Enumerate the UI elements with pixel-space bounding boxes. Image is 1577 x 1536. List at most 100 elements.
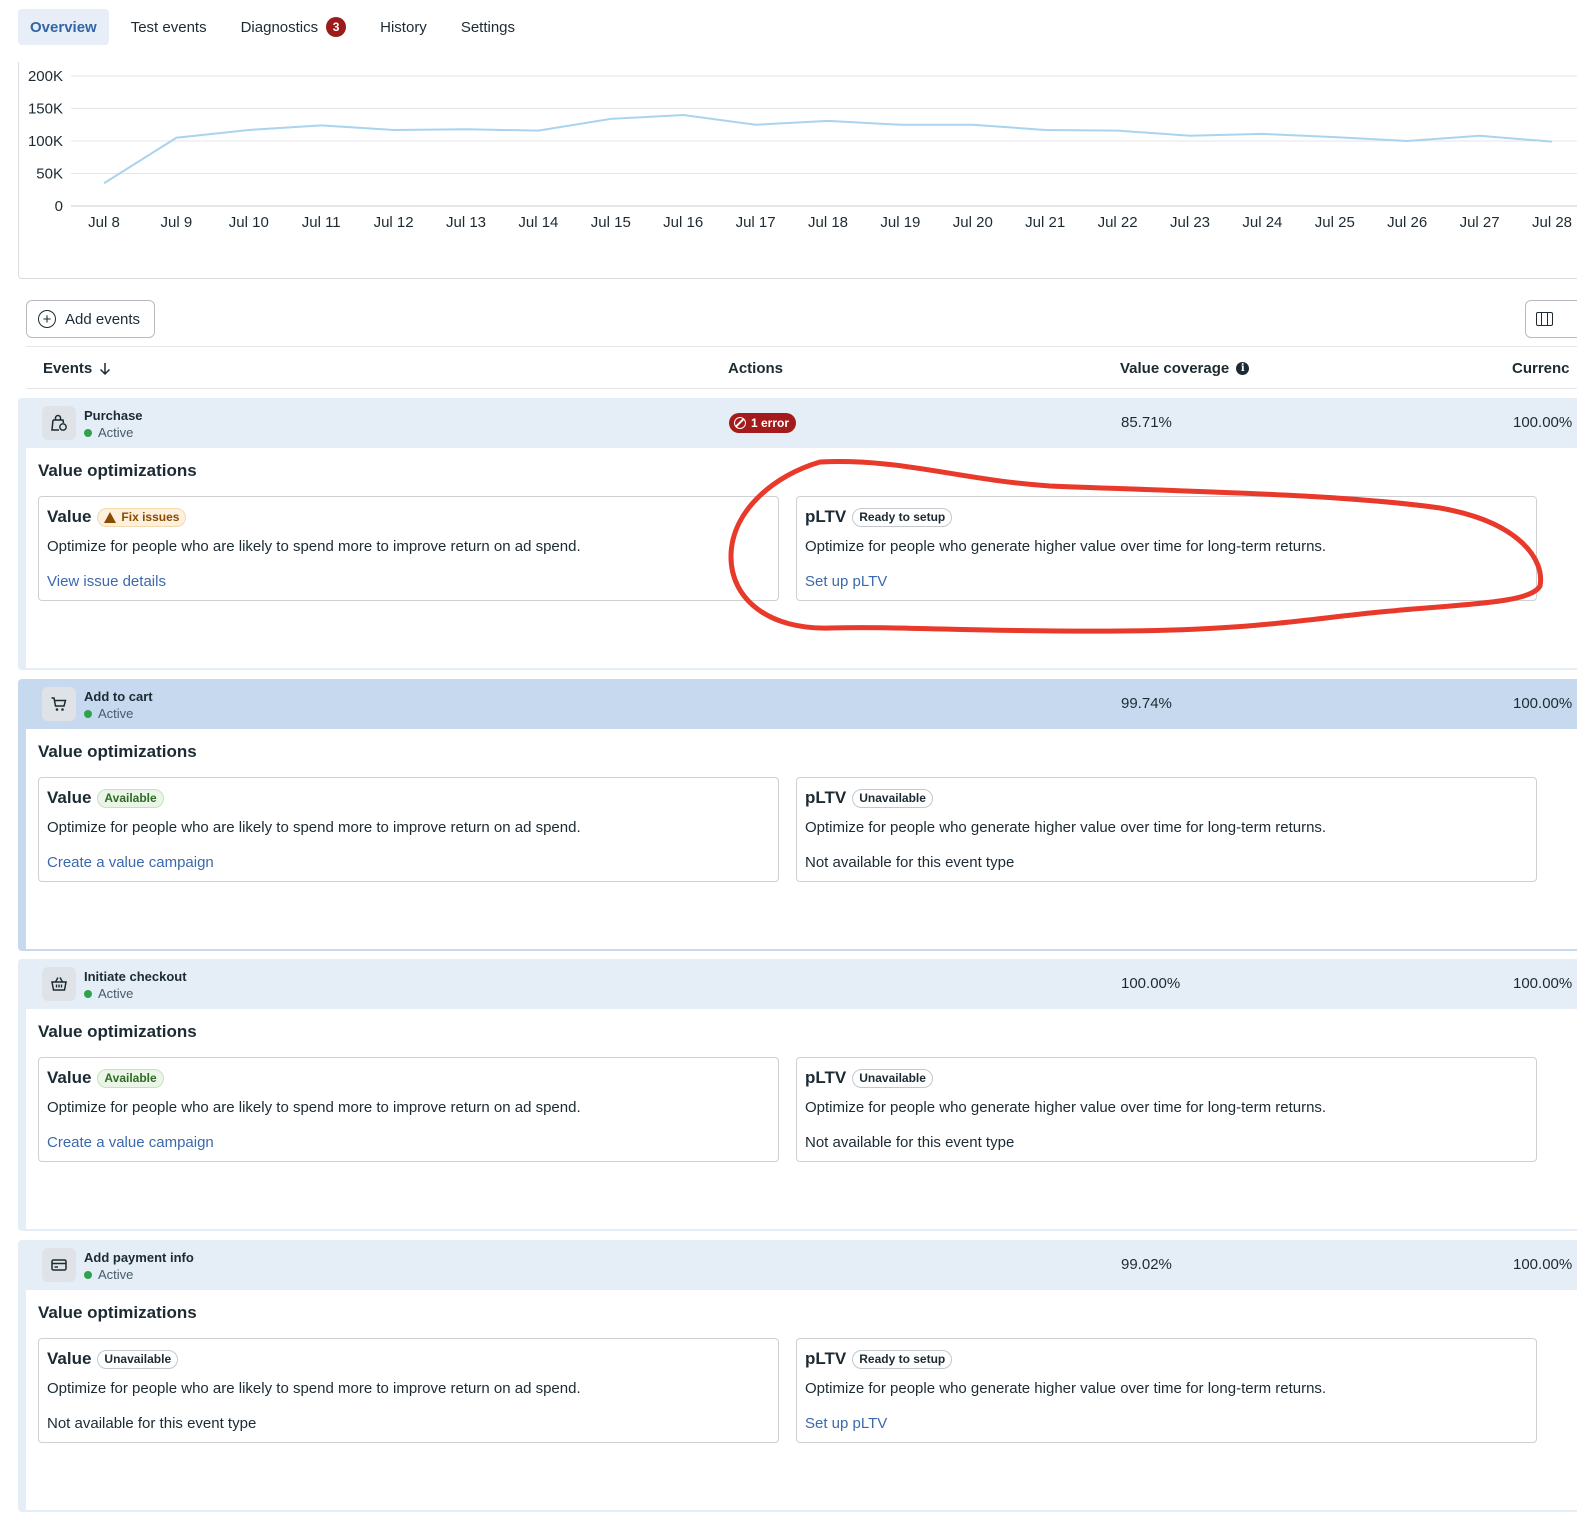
create-value-campaign-link[interactable]: Create a value campaign bbox=[47, 854, 770, 871]
x-tick-label: Jul 17 bbox=[736, 214, 776, 231]
unavailable-badge: Unavailable bbox=[97, 1349, 179, 1369]
tab-test-events[interactable]: Test events bbox=[119, 9, 219, 45]
warning-icon bbox=[104, 511, 117, 523]
event-status-label: Active bbox=[98, 425, 134, 440]
x-tick-label: Jul 14 bbox=[518, 214, 558, 231]
tab-overview[interactable]: Overview bbox=[18, 9, 109, 45]
value-card-description: Optimize for people who are likely to sp… bbox=[47, 819, 581, 836]
x-tick-label: Jul 20 bbox=[953, 214, 993, 231]
table-row[interactable]: Purchase Active 1 error 85.71% 100.00% bbox=[18, 398, 1577, 448]
plus-circle-icon: + bbox=[38, 310, 56, 328]
error-badge[interactable]: 1 error bbox=[729, 413, 797, 433]
event-status-label: Active bbox=[98, 706, 134, 721]
pltv-card-description: Optimize for people who generate higher … bbox=[805, 819, 1327, 836]
not-available-note: Not available for this event type bbox=[805, 854, 1015, 871]
y-tick-label: 50K bbox=[36, 166, 63, 183]
pltv-card: pLTV Unavailable Optimize for people who … bbox=[796, 777, 1537, 882]
value-card-title: Value bbox=[47, 1068, 92, 1087]
x-tick-label: Jul 25 bbox=[1315, 214, 1355, 231]
currency-header-label: Currenc bbox=[1512, 360, 1570, 377]
event-name: Add to cart bbox=[84, 689, 153, 704]
tab-diagnostics-label: Diagnostics bbox=[240, 18, 319, 36]
pltv-card-description: Optimize for people who generate higher … bbox=[805, 1099, 1327, 1116]
fix-issues-label: Fix issues bbox=[121, 510, 180, 524]
tab-bar: Overview Test events Diagnostics 3 Histor… bbox=[18, 9, 537, 45]
value-optimizations-panel: Value optimizations Value Unavailable Opt… bbox=[26, 1290, 1577, 1510]
tab-history[interactable]: History bbox=[368, 9, 439, 45]
x-tick-label: Jul 11 bbox=[302, 214, 341, 231]
available-badge: Available bbox=[97, 1068, 164, 1088]
add-events-button[interactable]: + Add events bbox=[26, 300, 155, 338]
value-card-description: Optimize for people who are likely to sp… bbox=[47, 1380, 581, 1397]
tab-settings[interactable]: Settings bbox=[449, 9, 527, 45]
active-status-dot bbox=[84, 1270, 92, 1279]
create-value-campaign-link[interactable]: Create a value campaign bbox=[47, 1134, 770, 1151]
value-coverage: 99.02% bbox=[1121, 1256, 1172, 1273]
value-card-title: Value bbox=[47, 788, 92, 807]
pltv-card-title: pLTV bbox=[805, 507, 847, 526]
value-card-description: Optimize for people who are likely to sp… bbox=[47, 1099, 581, 1116]
currency-coverage: 100.00% bbox=[1513, 975, 1573, 992]
diagnostics-count-badge: 3 bbox=[326, 17, 347, 37]
currency-coverage: 100.00% bbox=[1513, 695, 1573, 712]
value-card-description: Optimize for people who are likely to sp… bbox=[47, 538, 581, 555]
table-header: Events Actions Value coverage i Currenc bbox=[26, 346, 1577, 389]
value-card: Value Available Optimize for people who a… bbox=[38, 777, 779, 882]
value-card: Value Available Optimize for people who a… bbox=[38, 1057, 779, 1162]
coverage-header-label: Value coverage bbox=[1120, 360, 1230, 377]
panel-title: Value optimizations bbox=[38, 742, 197, 761]
table-row[interactable]: Add payment info Active 99.02% 100.00% bbox=[18, 1240, 1577, 1290]
set-up-pltv-link[interactable]: Set up pLTV bbox=[805, 573, 1528, 590]
tab-diagnostics[interactable]: Diagnostics 3 bbox=[229, 9, 359, 45]
events-chart: 200K 150K 100K 50K 0 Jul 8 Jul 9 Jul 10 Jul 11 Ju… bbox=[18, 62, 1577, 279]
table-row[interactable]: Initiate checkout Active 100.00% 100.00% bbox=[18, 959, 1577, 1009]
not-available-note: Not available for this event type bbox=[805, 1134, 1015, 1151]
actions-header-label: Actions bbox=[728, 360, 784, 377]
pltv-card: pLTV Unavailable Optimize for people who … bbox=[796, 1057, 1537, 1162]
arrow-down-icon bbox=[100, 362, 111, 375]
event-status: Active bbox=[84, 986, 133, 1001]
error-badge-label: 1 error bbox=[751, 416, 790, 430]
tab-settings-label: Settings bbox=[460, 18, 516, 36]
tab-history-label: History bbox=[380, 18, 427, 36]
value-coverage: 100.00% bbox=[1121, 975, 1181, 992]
table-row[interactable]: Add to cart Active 99.74% 100.00% bbox=[18, 679, 1577, 729]
y-tick-label: 150K bbox=[28, 101, 63, 118]
event-name: Initiate checkout bbox=[84, 969, 187, 984]
value-card: Value Unavailable Optimize for people who… bbox=[38, 1338, 779, 1443]
info-icon[interactable]: i bbox=[1236, 362, 1250, 375]
value-optimizations-panel: Value optimizations Value Fix issues Opti… bbox=[26, 448, 1577, 668]
add-events-label: Add events bbox=[65, 310, 141, 328]
event-group: Add payment info Active 99.02% 100.00% V… bbox=[18, 1240, 1577, 1512]
event-status-label: Active bbox=[98, 986, 134, 1001]
pltv-card: pLTV Ready to setup Optimize for people w… bbox=[796, 496, 1537, 601]
active-status-dot bbox=[84, 709, 92, 718]
x-tick-label: Jul 16 bbox=[663, 214, 703, 231]
ready-to-setup-badge: Ready to setup bbox=[852, 1349, 953, 1369]
available-badge: Available bbox=[97, 788, 164, 808]
x-tick-label: Jul 10 bbox=[229, 214, 269, 231]
ready-to-setup-badge: Ready to setup bbox=[852, 507, 953, 527]
currency-coverage: 100.00% bbox=[1513, 1256, 1573, 1273]
pltv-card: pLTV Ready to setup Optimize for people w… bbox=[796, 1338, 1537, 1443]
currency-column-header: Currenc bbox=[1512, 347, 1570, 390]
columns-button[interactable] bbox=[1525, 300, 1577, 338]
tab-test-events-label: Test events bbox=[130, 18, 207, 36]
view-issue-details-link[interactable]: View issue details bbox=[47, 573, 770, 590]
events-column-header[interactable]: Events bbox=[43, 347, 112, 390]
pltv-card-title: pLTV bbox=[805, 788, 847, 807]
x-tick-label: Jul 21 bbox=[1025, 214, 1065, 231]
x-tick-label: Jul 8 bbox=[88, 214, 120, 231]
credit-card-icon bbox=[42, 1248, 76, 1282]
set-up-pltv-link[interactable]: Set up pLTV bbox=[805, 1415, 1528, 1432]
value-optimizations-panel: Value optimizations Value Available Optim… bbox=[26, 729, 1577, 949]
event-name: Add payment info bbox=[84, 1250, 194, 1265]
x-tick-label: Jul 24 bbox=[1242, 214, 1282, 231]
event-group: Initiate checkout Active 100.00% 100.00%… bbox=[18, 959, 1577, 1231]
x-tick-label: Jul 9 bbox=[161, 214, 193, 231]
tab-overview-label: Overview bbox=[30, 18, 97, 36]
x-tick-label: Jul 13 bbox=[446, 214, 486, 231]
x-tick-label: Jul 22 bbox=[1098, 214, 1138, 231]
y-tick-label: 0 bbox=[55, 198, 63, 215]
events-header-label: Events bbox=[43, 360, 93, 377]
